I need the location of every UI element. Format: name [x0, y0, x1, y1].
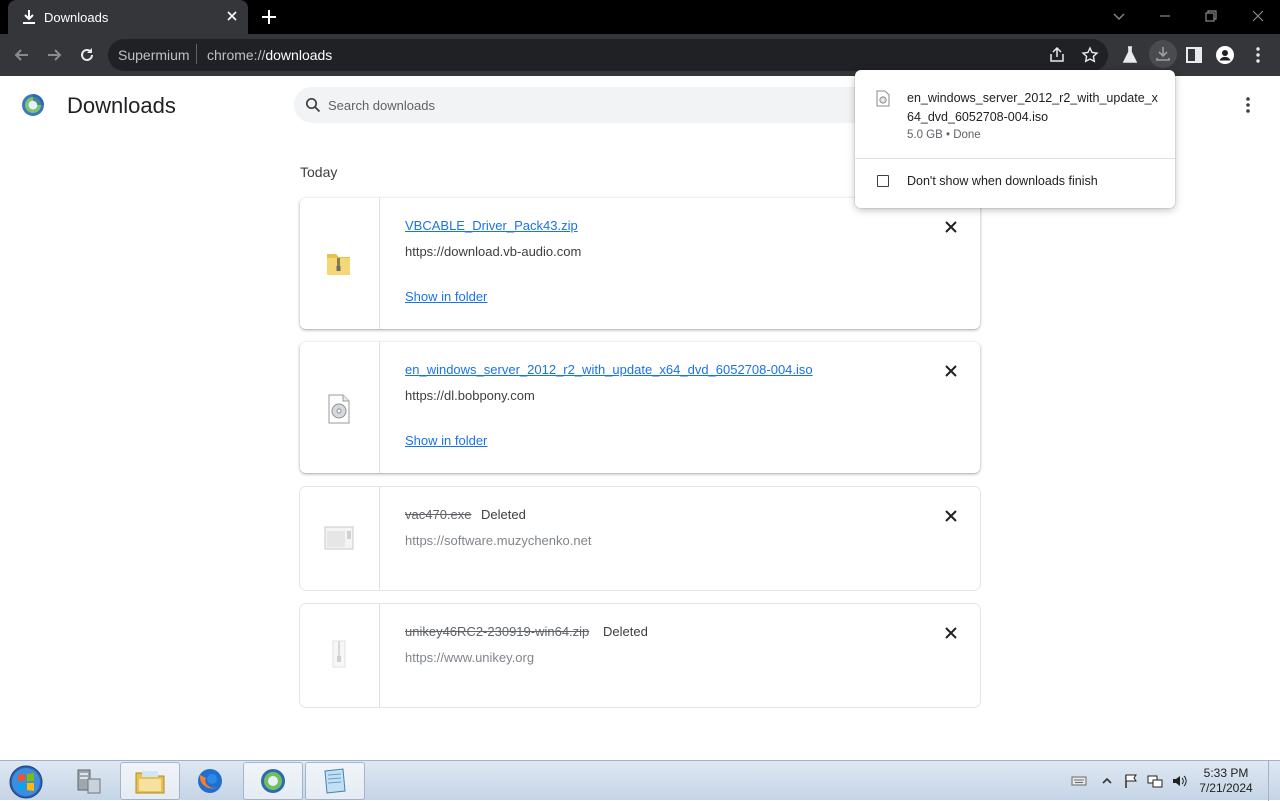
volume-icon[interactable] — [1171, 773, 1187, 789]
tab-search-icon[interactable] — [1111, 8, 1127, 24]
file-name-link[interactable]: en_windows_server_2012_r2_with_update_x6… — [405, 362, 813, 377]
windows-taskbar: 5:33 PM 7/21/2024 — [0, 760, 1280, 801]
show-in-folder-link[interactable]: Show in folder — [405, 433, 487, 448]
start-button-icon[interactable] — [8, 764, 44, 800]
remove-download-icon[interactable] — [943, 219, 959, 235]
side-panel-icon[interactable] — [1184, 45, 1204, 65]
new-tab-icon[interactable] — [260, 8, 278, 26]
download-item-deleted: vac470.exe Deleted https://software.muzy… — [300, 487, 980, 590]
date-header: Today — [300, 164, 338, 180]
share-icon[interactable] — [1048, 46, 1066, 64]
more-actions-icon[interactable] — [1240, 96, 1256, 114]
remove-download-icon[interactable] — [943, 508, 959, 524]
remove-download-icon[interactable] — [943, 363, 959, 379]
download-status: Deleted — [481, 507, 526, 522]
file-source-url: https://download.vb-audio.com — [405, 244, 582, 259]
network-icon[interactable] — [1147, 773, 1163, 789]
url-text: chrome://downloads — [207, 47, 333, 63]
zip-icon — [332, 640, 346, 668]
bookmark-star-icon[interactable] — [1081, 46, 1099, 64]
search-downloads-input[interactable]: Search downloads — [294, 87, 894, 123]
show-desktop-button[interactable] — [1268, 761, 1280, 801]
minimize-icon[interactable] — [1157, 8, 1173, 24]
forward-icon[interactable] — [44, 45, 64, 65]
download-icon — [1156, 47, 1170, 61]
close-window-icon[interactable] — [1250, 8, 1266, 24]
file-source-url: https://software.muzychenko.net — [405, 533, 592, 548]
clock-time: 5:33 PM — [1203, 766, 1249, 780]
file-icon-column — [300, 342, 380, 473]
file-name: vac470.exe — [405, 507, 472, 522]
taskbar-file-explorer[interactable] — [120, 762, 180, 800]
download-item: en_windows_server_2012_r2_with_update_x6… — [300, 342, 980, 473]
taskbar-clock[interactable]: 5:33 PM 7/21/2024 — [1196, 766, 1256, 796]
browser-menu-icon[interactable] — [1248, 45, 1268, 65]
restore-icon[interactable] — [1203, 8, 1219, 24]
dont-show-checkbox-label[interactable]: Don't show when downloads finish — [907, 174, 1098, 188]
tab-downloads[interactable]: Downloads — [8, 0, 248, 34]
file-icon-column — [300, 198, 380, 329]
profile-avatar-icon[interactable] — [1215, 45, 1235, 65]
search-icon — [305, 97, 321, 113]
server-manager-icon — [77, 769, 101, 794]
download-bubble: en_windows_server_2012_r2_with_update_x6… — [855, 70, 1175, 208]
address-bar[interactable]: Supermium chrome://downloads — [108, 39, 1108, 71]
show-in-folder-link[interactable]: Show in folder — [405, 289, 487, 304]
taskbar-supermium[interactable] — [243, 762, 303, 800]
remove-download-icon[interactable] — [943, 625, 959, 641]
tab-title: Downloads — [44, 10, 109, 25]
downloads-button[interactable] — [1149, 40, 1177, 68]
page-title: Downloads — [67, 93, 176, 118]
show-hidden-icons-icon[interactable] — [1099, 773, 1115, 789]
bubble-file-meta: 5.0 GB • Done — [907, 129, 981, 141]
download-icon — [23, 10, 35, 24]
downloads-logo-icon — [22, 94, 44, 116]
supermium-icon — [261, 769, 285, 793]
file-name: unikey46RC2-230919-win64.zip — [405, 624, 590, 639]
firefox-icon — [198, 769, 222, 793]
file-name-link[interactable]: VBCABLE_Driver_Pack43.zip — [405, 218, 578, 233]
file-source-url: https://dl.bobpony.com — [405, 388, 535, 403]
executable-icon — [324, 526, 354, 550]
keyboard-icon[interactable] — [1071, 773, 1087, 789]
file-explorer-icon — [135, 771, 165, 794]
close-tab-icon[interactable] — [224, 8, 240, 24]
download-item: VBCABLE_Driver_Pack43.zip https://downlo… — [300, 198, 980, 329]
clock-date: 7/21/2024 — [1199, 781, 1253, 795]
notepad-icon — [324, 768, 346, 794]
disc-image-icon — [328, 394, 350, 424]
zip-folder-icon — [327, 254, 350, 275]
tab-strip: Downloads — [0, 0, 1280, 34]
file-icon-column — [300, 604, 380, 707]
reload-icon[interactable] — [77, 45, 97, 65]
site-name: Supermium — [118, 47, 190, 63]
download-item-deleted: unikey46RC2-230919-win64.zip Deleted htt… — [300, 604, 980, 707]
taskbar-server-manager[interactable] — [58, 762, 118, 800]
taskbar-notepad[interactable] — [305, 762, 365, 800]
download-status: Deleted — [603, 624, 648, 639]
action-center-flag-icon[interactable] — [1123, 773, 1139, 789]
disc-image-icon — [876, 90, 890, 107]
file-icon-column — [300, 487, 380, 590]
omnibox-separator — [196, 44, 197, 64]
search-placeholder: Search downloads — [328, 98, 435, 113]
labs-flask-icon[interactable] — [1120, 45, 1140, 65]
dont-show-checkbox[interactable] — [877, 175, 889, 187]
bubble-file-name[interactable]: en_windows_server_2012_r2_with_update_x6… — [907, 89, 1162, 127]
taskbar-firefox[interactable] — [180, 762, 240, 800]
back-icon[interactable] — [12, 45, 32, 65]
bubble-divider — [855, 158, 1175, 159]
file-source-url: https://www.unikey.org — [405, 650, 535, 665]
